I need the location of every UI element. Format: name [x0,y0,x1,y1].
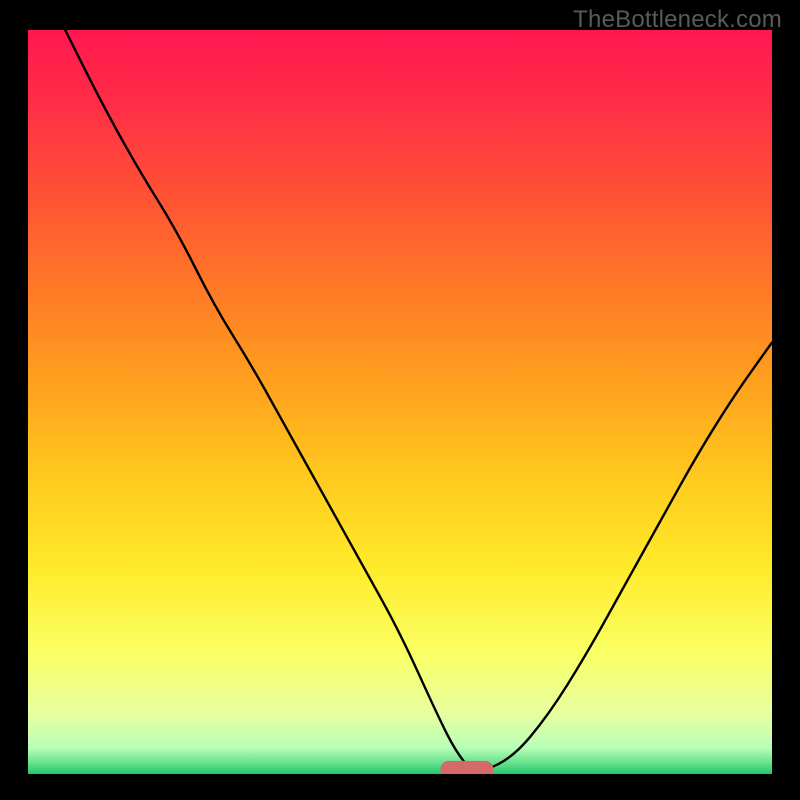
plot-area [28,30,772,774]
chart-container: TheBottleneck.com [0,0,800,800]
gradient-background [28,30,772,774]
optimum-marker [441,761,493,774]
chart-svg [28,30,772,774]
